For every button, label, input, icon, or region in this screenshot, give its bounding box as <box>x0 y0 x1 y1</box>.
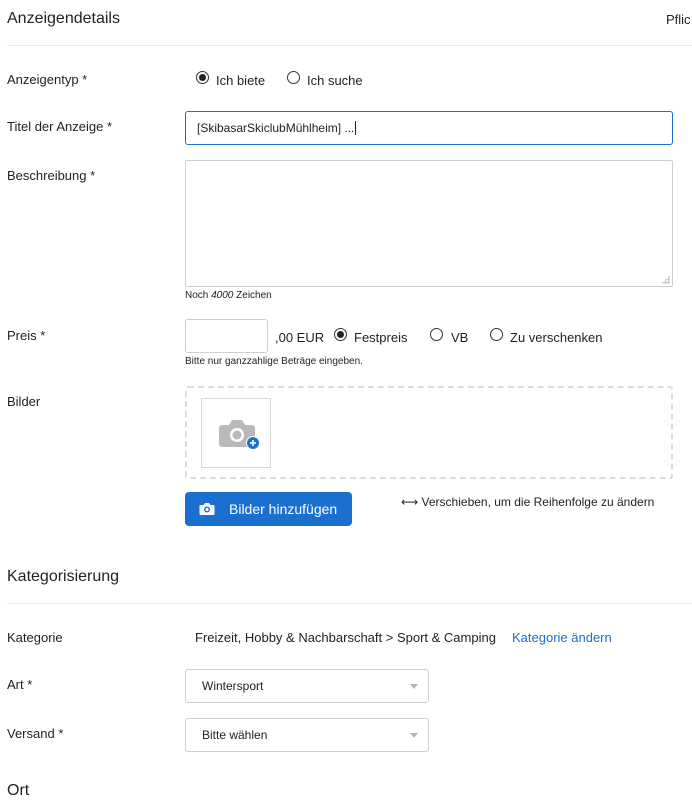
chevron-down-icon <box>410 684 418 689</box>
category-label: Kategorie <box>7 630 63 645</box>
reorder-hint: ⟷ Verschieben, um die Reihenfolge zu änd… <box>401 495 655 509</box>
camera-icon <box>199 503 215 515</box>
shipping-label: Versand * <box>7 726 64 741</box>
radio-offer-label[interactable]: Ich biete <box>216 73 265 88</box>
radio-search-label[interactable]: Ich suche <box>307 73 363 88</box>
shipping-select[interactable]: Bitte wählen <box>185 718 429 752</box>
section-divider <box>7 603 692 604</box>
radio-fixed-price[interactable] <box>334 328 347 341</box>
add-images-button[interactable]: Bilder hinzufügen <box>185 492 352 526</box>
ad-title-value: [SkibasarSkiclubMühlheim] ... <box>197 121 355 135</box>
radio-give-away[interactable] <box>490 328 503 341</box>
resize-handle-icon[interactable] <box>661 275 670 284</box>
section-title-ad-details: Anzeigendetails <box>7 10 120 27</box>
description-textarea[interactable] <box>185 160 673 287</box>
category-value: Freizeit, Hobby & Nachbarschaft > Sport … <box>195 630 496 645</box>
ad-type-label: Anzeigentyp * <box>7 72 88 87</box>
radio-fixed-price-label[interactable]: Festpreis <box>354 330 407 345</box>
chevron-down-icon <box>410 733 418 738</box>
price-input[interactable] <box>185 319 268 353</box>
price-currency-suffix: ,00 EUR <box>275 330 325 345</box>
radio-negotiable[interactable] <box>430 328 443 341</box>
radio-offer[interactable] <box>196 71 209 84</box>
shipping-select-value: Bitte wählen <box>202 728 268 742</box>
type-select-value: Wintersport <box>202 679 264 693</box>
radio-search[interactable] <box>287 71 300 84</box>
camera-add-icon <box>219 420 260 450</box>
add-images-button-label: Bilder hinzufügen <box>229 501 338 517</box>
section-title-categorization: Kategorisierung <box>7 568 120 585</box>
price-hint: Bitte nur ganzzahlige Beträge eingeben. <box>185 356 363 367</box>
ad-title-label: Titel der Anzeige * <box>7 119 113 134</box>
change-category-link[interactable]: Kategorie ändern <box>512 630 612 645</box>
char-counter-prefix: Noch <box>185 290 212 301</box>
section-divider <box>7 45 692 46</box>
description-label: Beschreibung * <box>7 168 96 183</box>
image-placeholder-slot[interactable] <box>201 398 271 468</box>
radio-give-away-label[interactable]: Zu verschenken <box>510 330 603 345</box>
type-label: Art * <box>7 677 33 692</box>
required-fields-note: Pflic <box>666 12 691 27</box>
char-counter-suffix: Zeichen <box>233 290 272 301</box>
radio-negotiable-label[interactable]: VB <box>451 330 468 345</box>
ad-title-input[interactable]: [SkibasarSkiclubMühlheim] ... <box>185 111 673 145</box>
description-char-counter: Noch 4000 Zeichen <box>185 290 272 301</box>
char-counter-value: 4000 <box>211 290 234 301</box>
text-caret <box>355 121 357 135</box>
type-select[interactable]: Wintersport <box>185 669 429 703</box>
section-title-location: Ort <box>7 782 30 799</box>
price-label: Preis * <box>7 328 46 343</box>
images-label: Bilder <box>7 394 41 409</box>
